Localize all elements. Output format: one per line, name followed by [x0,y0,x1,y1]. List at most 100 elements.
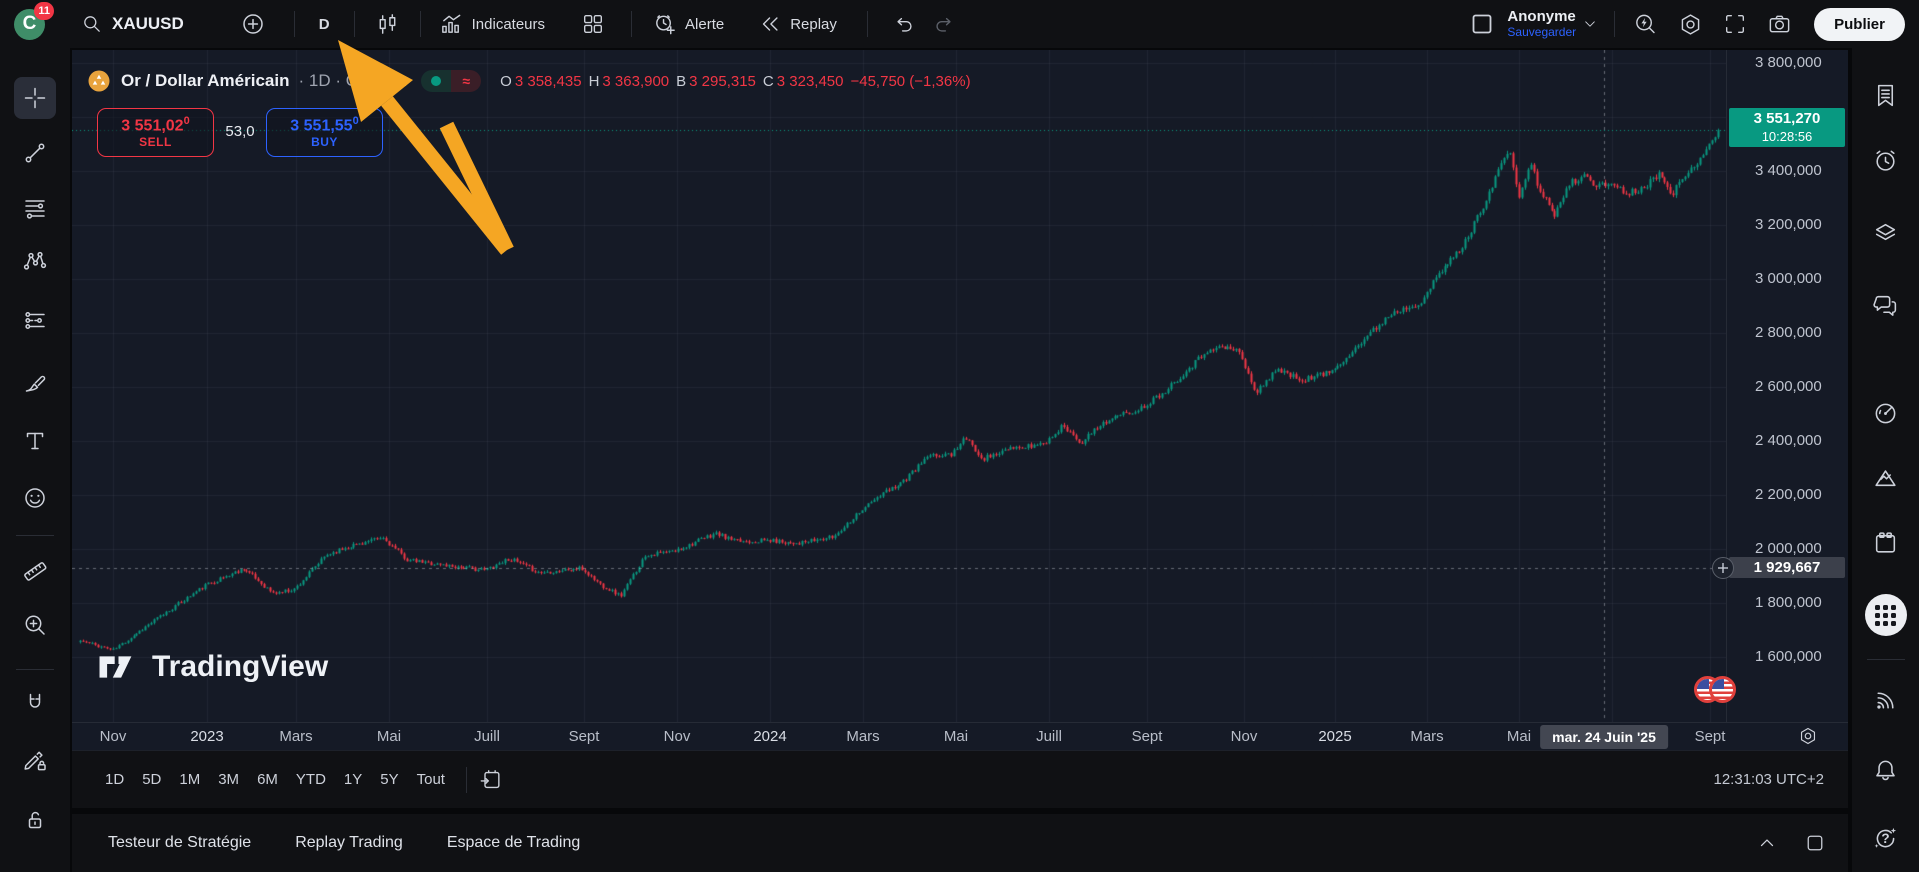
chat-button[interactable] [1865,284,1907,326]
top-movers-button[interactable] [1865,456,1907,498]
price-tick: 2 800,000 [1755,324,1822,341]
widget-sidebar: ? [1852,48,1919,872]
economic-event-flags[interactable] [1694,676,1736,703]
help-sparkle-button[interactable]: ? [1865,817,1907,859]
replay-button[interactable]: Replay [758,12,837,36]
zoom-in-tool-button[interactable] [14,604,56,646]
toolbar-divider [16,535,54,536]
logo-letter: C [23,13,37,35]
trendline-tool-button[interactable] [14,132,56,174]
fullscreen-icon[interactable] [1723,12,1747,36]
trendline-tool-icon [22,140,48,166]
alerts-clock-button[interactable] [1865,139,1907,181]
svg-text:?: ? [1881,831,1889,846]
tradingview-logo-icon [98,651,142,683]
divider [354,11,355,37]
quick-search-icon[interactable] [1633,12,1658,37]
alerts-clock-icon [1872,147,1899,174]
notification-badge: 11 [34,2,54,20]
range-3m-button[interactable]: 3M [209,765,248,794]
symbol-search-button[interactable]: XAUUSD [81,13,184,35]
camera-snapshot-icon[interactable] [1767,12,1792,37]
add-alert-plus-icon[interactable] [1712,557,1734,579]
indicators-button[interactable]: Indicateurs [439,12,545,37]
range-1d-button[interactable]: 1D [96,765,133,794]
goto-date-icon[interactable] [479,768,503,792]
price-tick: 1 600,000 [1755,648,1822,665]
notifications-bell-button[interactable] [1865,749,1907,791]
pattern-xabcd-tool-button[interactable] [14,240,56,282]
sell-button[interactable]: 3 551,020 SELL [97,108,214,157]
layout-select-icon[interactable] [1469,11,1495,37]
price-tick: 1 800,000 [1755,594,1822,611]
divider [294,11,295,37]
position-forecast-tool-button[interactable] [14,300,56,342]
buy-button[interactable]: 3 551,550 BUY [266,108,383,157]
redo-icon[interactable] [932,12,956,36]
spread-value: 53,0 [214,123,266,140]
layers-button[interactable] [1865,211,1907,253]
range-5d-button[interactable]: 5D [133,765,170,794]
ohlc-change: −45,750 (−1,36%) [850,73,970,90]
panel-tab[interactable]: Testeur de Stratégie [108,834,251,852]
position-forecast-tool-icon [22,308,48,334]
save-label: Sauvegarder [1507,26,1576,40]
ohlc-key: C [763,73,774,90]
lock-all-tool-button[interactable] [14,799,56,841]
ohlc-key: H [589,73,600,90]
watchlist-button[interactable] [1865,74,1907,116]
indicator-templates-icon[interactable] [581,12,605,36]
session-clock[interactable]: 12:31:03 UTC+2 [1714,771,1825,788]
drawing-lock-tool-button[interactable] [14,739,56,781]
brush-tool-button[interactable] [14,362,56,404]
price-axis[interactable]: 3 551,270 10:28:56 1 929,667 3 800,0003 … [1726,50,1848,722]
screener-radar-button[interactable] [1865,392,1907,434]
workspace-logo[interactable]: C 11 [14,9,45,40]
interval-button[interactable]: D [319,16,330,33]
ruler-tool-button[interactable] [14,549,56,591]
symbol-meta[interactable]: · 1D · OANDA [298,71,406,91]
user-account-button[interactable]: Anonyme Sauvegarder [1507,8,1576,39]
undo-icon[interactable] [892,12,916,36]
alert-button[interactable]: Alerte [652,12,724,37]
month-tick: Juill [452,728,522,745]
watchlist-icon [1872,82,1899,109]
text-tool-button[interactable] [14,420,56,462]
publish-button[interactable]: Publier [1814,8,1905,41]
economic-calendar-button[interactable] [1865,522,1907,564]
pattern-xabcd-tool-icon [22,248,48,274]
emoji-tool-button[interactable] [14,477,56,519]
indicators-icon [439,12,464,37]
range-tout-button[interactable]: Tout [408,765,454,794]
chevron-down-icon[interactable] [1582,16,1598,32]
time-axis[interactable]: mar. 24 Juin '25 Nov2023MarsMaiJuillSept… [72,722,1848,750]
crosshair-tool-button[interactable] [14,77,56,119]
divider [867,11,868,37]
price-tick: 2 000,000 [1755,540,1822,557]
delayed-data-icon: ≈ [451,70,481,92]
month-tick: Nov [1209,728,1279,745]
panel-tab[interactable]: Replay Trading [295,834,403,852]
magnet-tool-button[interactable] [14,682,56,724]
settings-icon[interactable] [1678,12,1703,37]
range-ytd-button[interactable]: YTD [287,765,335,794]
range-5y-button[interactable]: 5Y [371,765,407,794]
collapse-panel-icon[interactable] [1756,832,1778,854]
streams-button[interactable] [1865,679,1907,721]
range-1m-button[interactable]: 1M [170,765,209,794]
month-tick: Mars [261,728,331,745]
maximize-panel-icon[interactable] [1804,832,1826,854]
range-6m-button[interactable]: 6M [248,765,287,794]
market-status-pills[interactable]: ≈ [421,70,481,92]
gold-symbol-icon [86,68,112,94]
emoji-tool-icon [22,485,48,511]
fib-retracement-tool-button[interactable] [14,187,56,229]
top-movers-icon [1872,464,1899,491]
compare-add-icon[interactable] [240,11,266,37]
symbol-title[interactable]: Or / Dollar Américain [121,71,289,91]
chart-style-candles-icon[interactable] [375,12,400,37]
apps-grid-button[interactable] [1865,594,1907,636]
range-1y-button[interactable]: 1Y [335,765,371,794]
axis-settings-gear-icon[interactable] [1798,726,1818,746]
panel-tab[interactable]: Espace de Trading [447,834,580,852]
